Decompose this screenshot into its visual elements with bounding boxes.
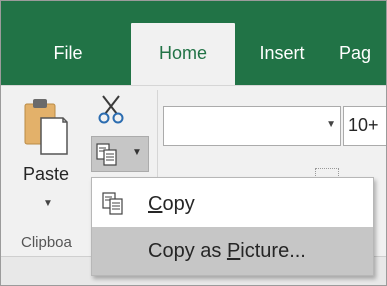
- tab-insert[interactable]: Insert: [241, 23, 323, 85]
- menu-item-copy[interactable]: Copy: [92, 180, 373, 228]
- font-name-combobox[interactable]: ▼: [163, 106, 341, 146]
- chevron-down-icon[interactable]: ▼: [326, 119, 336, 130]
- copy-icon: [96, 143, 117, 166]
- menu-item-copy-as-picture-label: Copy as Picture...: [148, 240, 306, 262]
- copy-icon: [102, 192, 123, 215]
- chevron-down-icon[interactable]: ▼: [132, 147, 142, 158]
- clipboard-paste-icon[interactable]: [23, 96, 69, 156]
- excel-window: File Home Insert Pag Paste ▼ ▼ Clipboa ▼…: [0, 0, 387, 286]
- paste-button-label[interactable]: Paste: [23, 164, 69, 185]
- tab-page-layout[interactable]: Pag: [339, 23, 386, 85]
- clipboard-group-label: Clipboa: [21, 234, 72, 251]
- paste-dropdown-arrow[interactable]: ▼: [43, 198, 53, 209]
- copy-dropdown-menu: Copy Copy as Picture...: [91, 177, 374, 276]
- menu-item-copy-label: Copy: [148, 193, 195, 215]
- menu-item-copy-as-picture[interactable]: Copy as Picture...: [92, 227, 373, 275]
- copy-split-button[interactable]: ▼: [91, 136, 149, 172]
- font-size-combobox[interactable]: 10+: [343, 106, 386, 146]
- tab-home[interactable]: Home: [131, 23, 235, 85]
- tab-file[interactable]: File: [39, 23, 97, 85]
- ribbon-tab-bar: File Home Insert Pag: [1, 1, 386, 85]
- scissors-icon[interactable]: [97, 94, 125, 124]
